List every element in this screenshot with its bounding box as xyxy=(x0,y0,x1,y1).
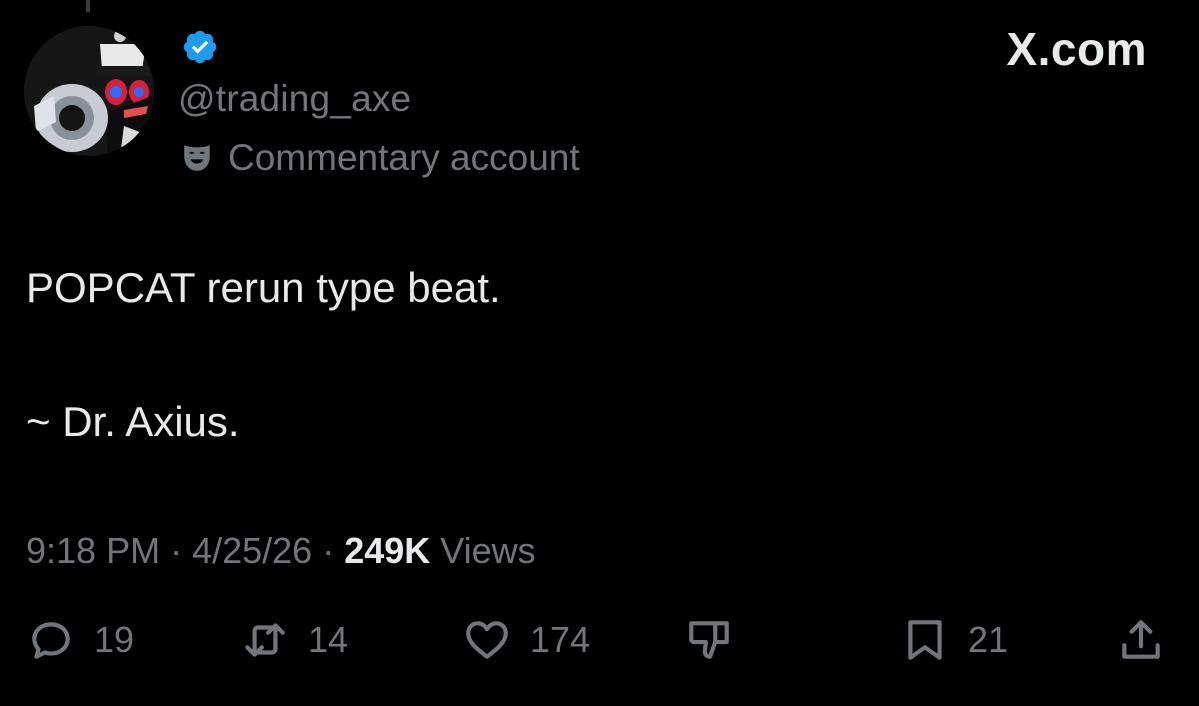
reply-button[interactable]: 19 xyxy=(26,615,134,665)
meta-separator: · xyxy=(160,530,193,571)
bookmark-button[interactable]: 21 xyxy=(900,615,1008,665)
verified-badge-icon xyxy=(181,28,219,66)
thread-connector-line xyxy=(86,0,90,12)
tweet-actions-bar: 19 14 174 21 xyxy=(0,615,1199,675)
meta-separator: · xyxy=(312,530,345,571)
share-button[interactable] xyxy=(1116,615,1166,665)
tweet-date[interactable]: 4/25/26 xyxy=(192,530,312,571)
reply-icon xyxy=(32,622,70,659)
like-button[interactable]: 174 xyxy=(462,615,590,665)
dislike-icon xyxy=(689,621,729,659)
avatar-image xyxy=(24,26,154,156)
avatar[interactable] xyxy=(24,26,154,156)
repost-icon xyxy=(245,623,285,657)
views-count: 249K xyxy=(344,530,431,571)
account-label-row: Commentary account xyxy=(180,137,580,179)
author-handle[interactable]: @trading_axe xyxy=(178,78,411,120)
share-icon xyxy=(1122,620,1160,659)
site-watermark: X.com xyxy=(1006,23,1147,75)
commentary-account-label: Commentary account xyxy=(228,137,580,178)
views-label: Views xyxy=(430,530,536,571)
reply-count: 19 xyxy=(94,619,135,660)
tweet-text-line-1: POPCAT rerun type beat. xyxy=(26,264,501,311)
like-count: 174 xyxy=(530,619,591,660)
bookmark-count: 21 xyxy=(968,619,1009,660)
repost-button[interactable]: 14 xyxy=(240,615,348,665)
tweet-text-line-2: ~ Dr. Axius. xyxy=(26,398,240,445)
theater-mask-icon xyxy=(184,145,210,171)
tweet-meta: 9:18 PM · 4/25/26 · 249K Views xyxy=(26,530,536,572)
dislike-button[interactable] xyxy=(684,615,734,665)
bookmark-icon xyxy=(908,620,942,660)
repost-count: 14 xyxy=(308,619,349,660)
like-icon xyxy=(466,621,508,659)
tweet-time[interactable]: 9:18 PM xyxy=(26,530,160,571)
